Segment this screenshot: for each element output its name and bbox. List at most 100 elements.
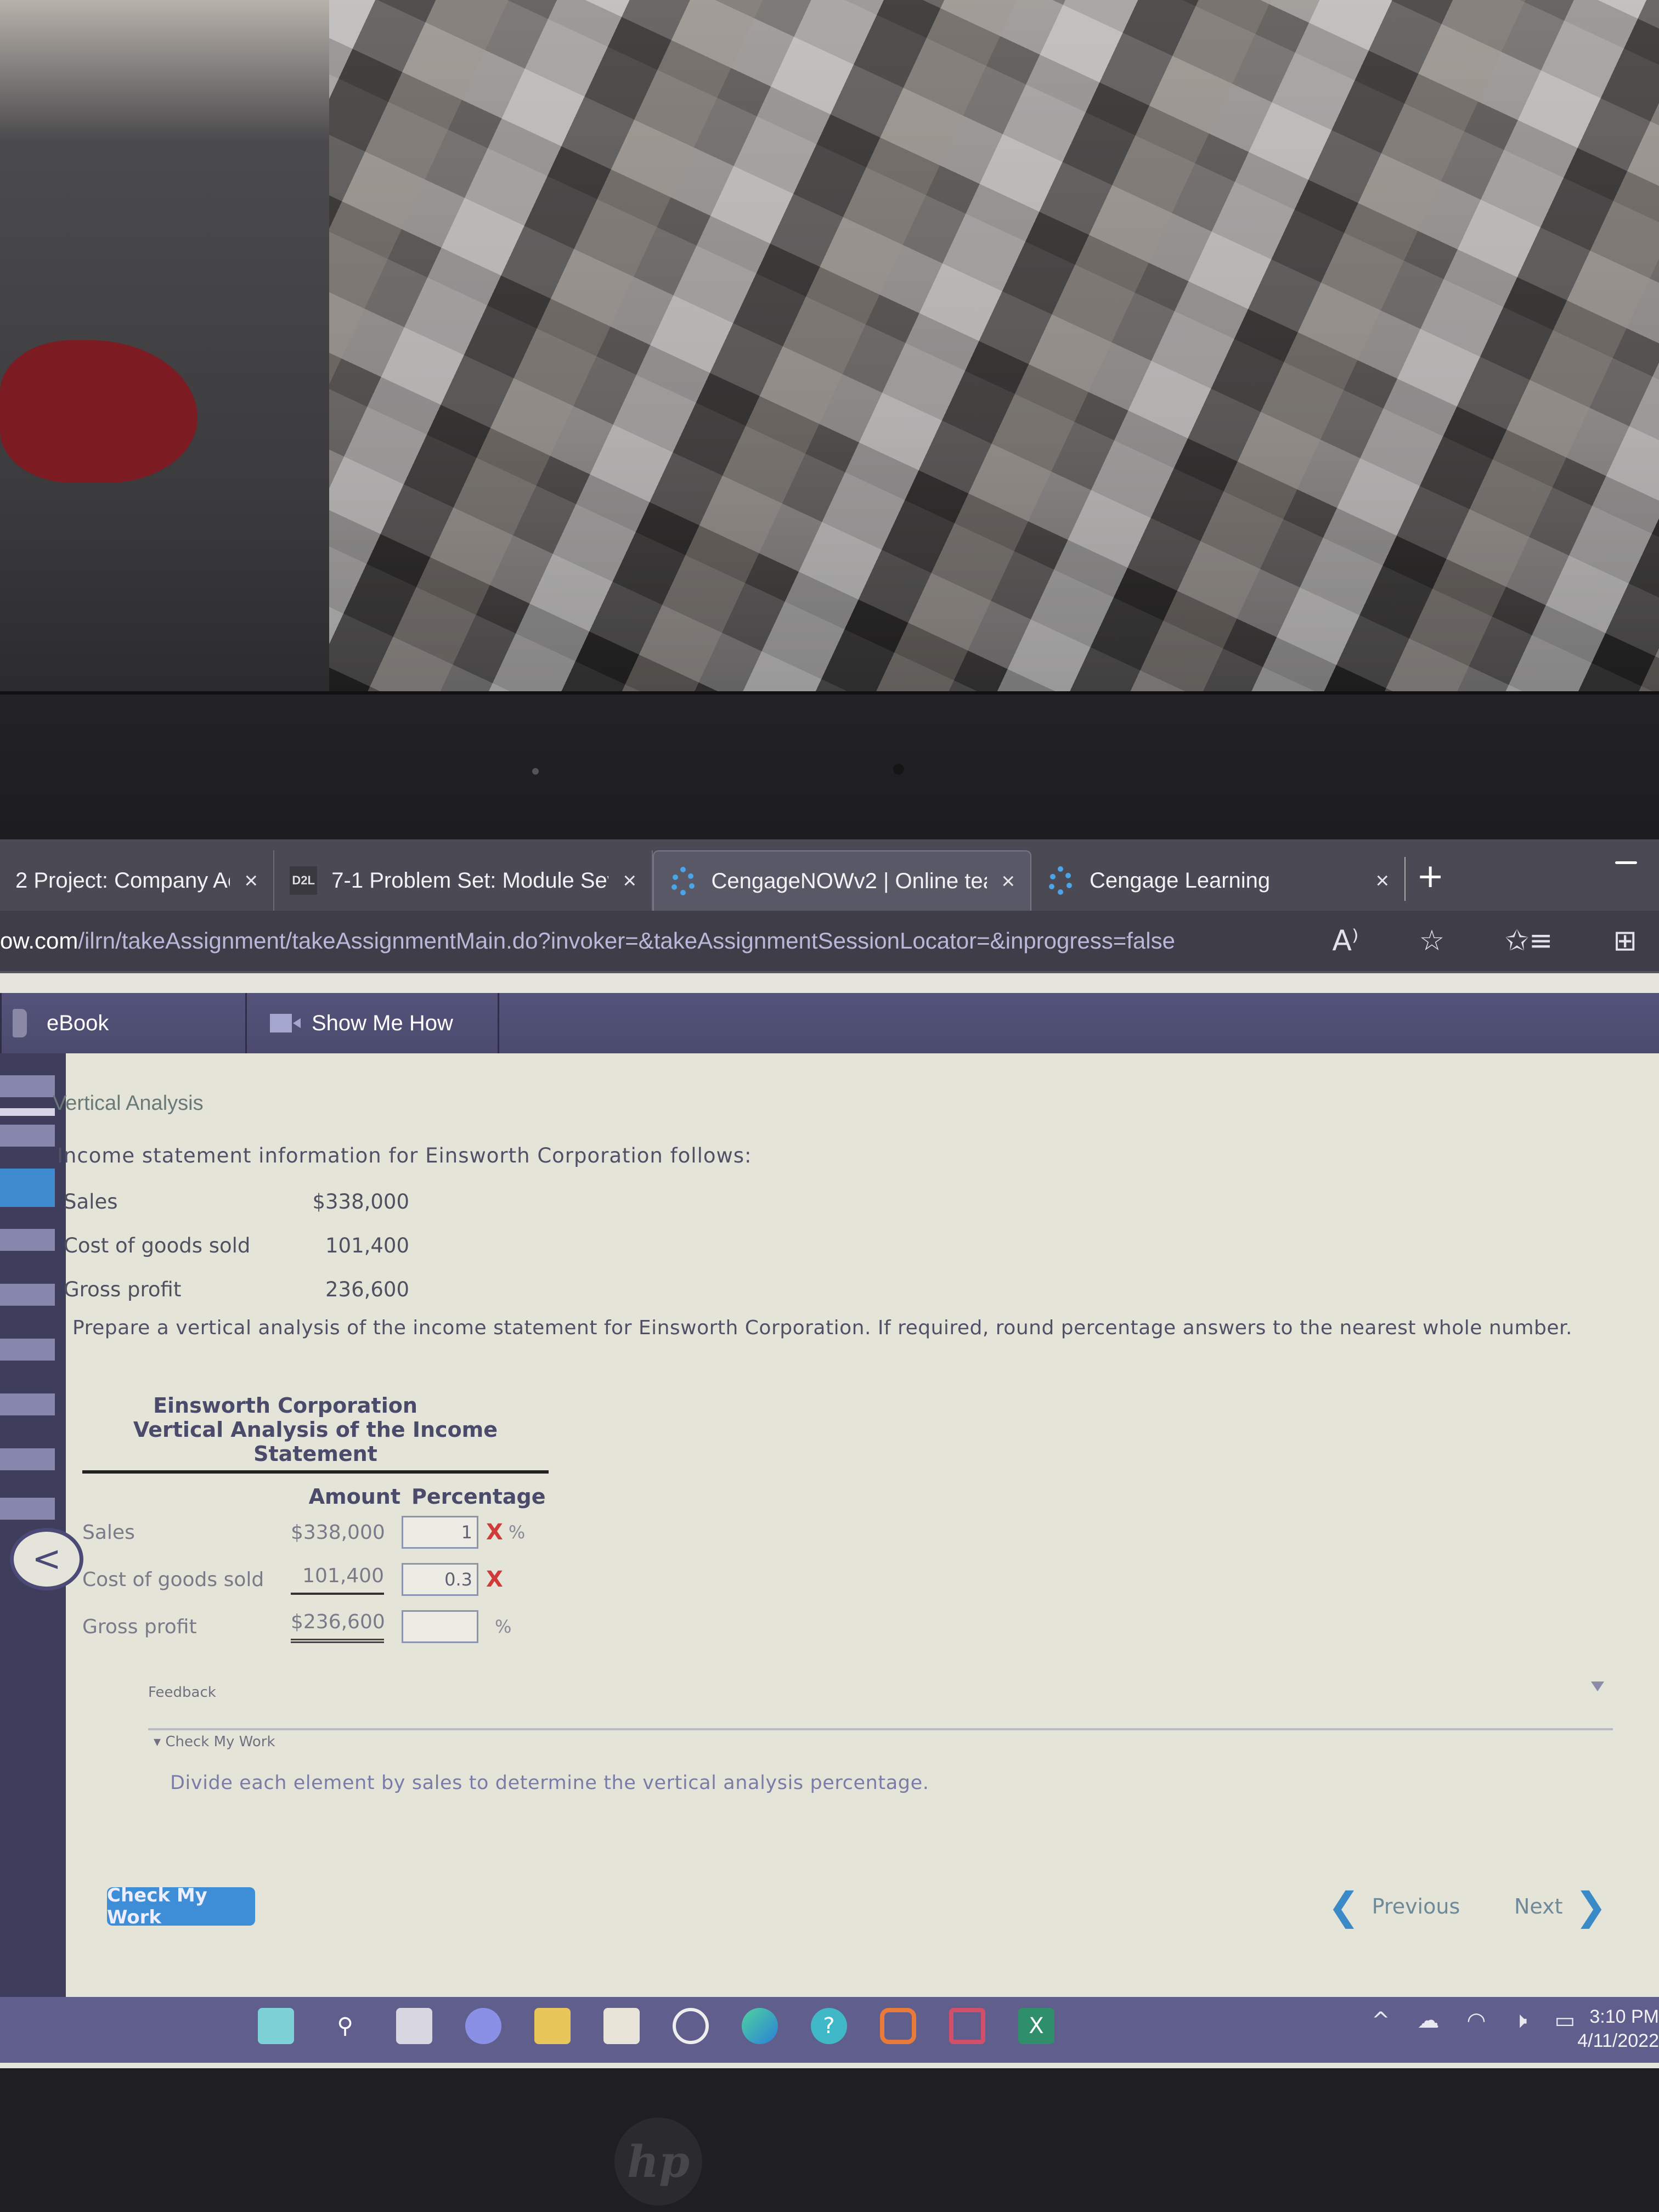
- column-header-amount: Amount: [308, 1485, 400, 1509]
- excel-icon[interactable]: X: [1018, 2008, 1054, 2044]
- browser-tab-bar: 2 Project: Company Accou × D2L 7-1 Probl…: [0, 839, 1659, 911]
- tab-title: 2 Project: Company Accou: [15, 868, 230, 893]
- chevron-left-icon: <: [32, 1539, 61, 1579]
- close-icon[interactable]: ×: [1375, 867, 1389, 894]
- given-label: Cost of goods sold: [64, 1233, 251, 1257]
- row-label: Sales: [82, 1521, 135, 1544]
- laptop-bottom-bezel: [0, 2068, 1659, 2212]
- bezel-dot: [532, 768, 539, 775]
- windows-start-icon[interactable]: [258, 2008, 294, 2044]
- hp-logo: hp: [614, 2118, 702, 2205]
- cengage-icon: [669, 866, 697, 896]
- close-icon[interactable]: ×: [244, 867, 258, 894]
- wifi-icon[interactable]: ◠: [1467, 2008, 1486, 2033]
- given-label: Sales: [64, 1189, 118, 1214]
- search-icon[interactable]: ⚲: [327, 2008, 363, 2044]
- book-icon: [13, 1009, 27, 1037]
- favorites-icon[interactable]: ✩≡: [1505, 924, 1553, 957]
- help-icon[interactable]: ?: [811, 2008, 847, 2044]
- nav-question-item[interactable]: [0, 1339, 55, 1361]
- d2l-icon: D2L: [290, 866, 318, 895]
- close-icon[interactable]: ×: [1001, 868, 1015, 894]
- feedback-label: Feedback: [148, 1684, 216, 1701]
- laptop-screen: 2 Project: Company Accou × D2L 7-1 Probl…: [0, 839, 1659, 2068]
- close-icon[interactable]: ×: [623, 867, 636, 894]
- incorrect-icon: X: [486, 1567, 503, 1592]
- scroll-down-icon[interactable]: [1591, 1681, 1604, 1691]
- given-row: Sales $338,000: [64, 1180, 409, 1223]
- row-label: Cost of goods sold: [82, 1568, 264, 1591]
- mcafee-icon[interactable]: [949, 2008, 985, 2044]
- nav-question-item[interactable]: [0, 1393, 55, 1415]
- browser-tab[interactable]: D2L 7-1 Problem Set: Module Sev ×: [274, 850, 653, 911]
- system-clock[interactable]: 3:10 PM 4/11/2022: [1577, 2005, 1659, 2053]
- file-explorer-icon[interactable]: [534, 2008, 571, 2044]
- percent-sign: %: [495, 1616, 512, 1637]
- nav-question-item[interactable]: [0, 1229, 55, 1251]
- windows-taskbar: ⚲ ? X ^ ☁ ◠ 🕨 ▭ 3:10 PM 4/11/2022: [0, 1997, 1659, 2063]
- percentage-input-sales[interactable]: [402, 1516, 478, 1549]
- browser-tab-active[interactable]: CengageNOWv2 | Online tea ×: [653, 850, 1031, 911]
- chevron-right-icon: ❯: [1575, 1884, 1607, 1929]
- read-aloud-icon[interactable]: A⁾: [1332, 924, 1358, 957]
- browser-tab[interactable]: Cengage Learning ×: [1031, 850, 1404, 911]
- laptop-top-bezel: [0, 691, 1659, 1496]
- clock-date: 4/11/2022: [1577, 2030, 1659, 2051]
- nav-question-item[interactable]: [0, 1498, 55, 1520]
- tab-title: CengageNOWv2 | Online tea: [711, 868, 988, 893]
- chevron-up-icon[interactable]: ^: [1372, 2008, 1390, 2033]
- row-amount: $236,600: [291, 1611, 385, 1643]
- clock-time: 3:10 PM: [1589, 2006, 1659, 2027]
- feedback-hint: Divide each element by sales to determin…: [170, 1772, 929, 1794]
- tab-title: 7-1 Problem Set: Module Sev: [331, 868, 609, 893]
- given-value: 101,400: [325, 1233, 409, 1257]
- next-button[interactable]: Next ❯: [1514, 1884, 1607, 1929]
- collections-icon[interactable]: ⊞: [1613, 924, 1637, 957]
- volume-icon[interactable]: 🕨: [1513, 2008, 1527, 2033]
- browser-tab[interactable]: 2 Project: Company Accou ×: [0, 850, 274, 911]
- nav-question-item-current[interactable]: [0, 1169, 55, 1207]
- add-favorite-icon[interactable]: ☆: [1419, 924, 1445, 957]
- minimize-button[interactable]: [1615, 861, 1637, 864]
- cengage-icon: [1047, 865, 1075, 896]
- url-domain: ow.com: [0, 928, 78, 953]
- office-icon[interactable]: [880, 2008, 916, 2044]
- given-row: Gross profit 236,600: [64, 1267, 409, 1311]
- onedrive-icon[interactable]: ☁: [1418, 2008, 1440, 2033]
- question-title: Vertical Analysis: [53, 1092, 204, 1115]
- table-row: Gross profit $236,600 %: [82, 1603, 554, 1650]
- show-me-how-button[interactable]: Show Me How: [247, 993, 499, 1053]
- check-my-work-toggle-label: Check My Work: [165, 1734, 275, 1750]
- check-my-work-button[interactable]: Check My Work: [107, 1884, 255, 1928]
- row-amount: 101,400: [291, 1565, 384, 1595]
- ebook-button[interactable]: eBook: [0, 993, 247, 1053]
- system-tray: ^ ☁ ◠ 🕨 ▭: [1372, 2008, 1575, 2033]
- address-bar[interactable]: ow.com/ilrn/takeAssignment/takeAssignmen…: [0, 911, 1659, 973]
- url-field[interactable]: ow.com/ilrn/takeAssignment/takeAssignmen…: [0, 928, 1175, 954]
- ebook-label: eBook: [47, 1011, 109, 1035]
- edge-icon[interactable]: [742, 2008, 778, 2044]
- chevron-left-icon: ❮: [1328, 1884, 1360, 1929]
- previous-button[interactable]: ❮ Previous: [1328, 1884, 1460, 1929]
- store-icon[interactable]: [603, 2008, 640, 2044]
- dell-icon[interactable]: [673, 2008, 709, 2044]
- nav-question-item[interactable]: [0, 1125, 55, 1147]
- nav-question-item[interactable]: [0, 1448, 55, 1470]
- percentage-input-cogs[interactable]: [402, 1563, 478, 1596]
- check-my-work-toggle[interactable]: ▾ Check My Work: [154, 1734, 275, 1750]
- bezel-sensor: [893, 764, 904, 775]
- new-tab-button[interactable]: +: [1404, 857, 1466, 901]
- collapse-navigator-button[interactable]: <: [10, 1528, 83, 1590]
- given-label: Gross profit: [64, 1277, 182, 1301]
- task-view-icon[interactable]: [396, 2008, 432, 2044]
- address-bar-actions: A⁾ ☆ ✩≡ ⊞: [1332, 911, 1659, 971]
- video-icon: [270, 1014, 301, 1032]
- given-value: 236,600: [325, 1277, 409, 1301]
- next-label: Next: [1514, 1894, 1563, 1918]
- percentage-input-gross-profit[interactable]: [402, 1610, 478, 1643]
- nav-question-item[interactable]: [0, 1075, 55, 1097]
- chat-icon[interactable]: [465, 2008, 501, 2044]
- battery-icon[interactable]: ▭: [1555, 2008, 1576, 2033]
- nav-question-item[interactable]: [0, 1284, 55, 1306]
- incorrect-icon: X: [486, 1520, 503, 1545]
